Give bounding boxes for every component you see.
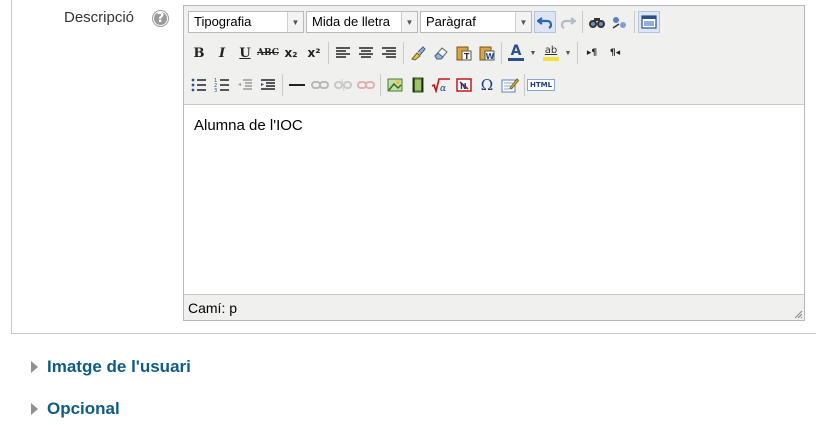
chevron-down-icon[interactable]: ▼ (401, 12, 417, 32)
section-optional[interactable]: Opcional (31, 399, 120, 419)
toolbar-separator (634, 11, 635, 33)
format-select[interactable]: Paràgraf ▼ (420, 11, 532, 33)
question-circle-icon[interactable]: ? (152, 10, 169, 27)
paste-word-icon[interactable]: W (476, 42, 498, 64)
align-right-icon[interactable] (378, 42, 400, 64)
equation-icon[interactable]: α (430, 74, 452, 96)
toolbar-separator (282, 74, 283, 96)
italic-button[interactable]: I (211, 42, 233, 64)
html-button-label: HTML (526, 79, 556, 91)
toolbar-separator (328, 42, 329, 64)
fullscreen-icon[interactable] (638, 11, 660, 33)
resize-grip-icon[interactable] (791, 307, 803, 319)
outdent-icon[interactable] (234, 74, 256, 96)
description-label: Descripció (64, 9, 135, 26)
special-char-icon[interactable]: Ω (476, 74, 498, 96)
font-size-value: Mida de lletra (312, 14, 391, 29)
toolbar-separator (501, 42, 502, 64)
insert-image-icon[interactable] (384, 74, 406, 96)
collapsed-triangle-icon (31, 361, 38, 373)
toolbar-separator (403, 42, 404, 64)
svg-text:W: W (486, 52, 495, 61)
toolbar-separator (577, 42, 578, 64)
html-button[interactable]: HTML (526, 74, 556, 96)
chevron-down-icon[interactable]: ▼ (287, 12, 303, 32)
edit-html-source-icon[interactable] (499, 74, 521, 96)
link-icon[interactable] (309, 74, 331, 96)
section-user-image[interactable]: Imatge de l'usuari (31, 357, 191, 377)
format-value: Paràgraf (426, 14, 476, 29)
editor-content-text[interactable]: Alumna de l'IOC (194, 117, 303, 134)
rtl-icon[interactable]: ¶◂ (604, 42, 626, 64)
font-family-value: Tipografia (194, 14, 252, 29)
svg-text:N: N (460, 82, 467, 91)
toolbar-separator (524, 74, 525, 96)
editor-status-path: Camí: p (188, 300, 238, 316)
section-label[interactable]: Opcional (47, 399, 120, 419)
section-label[interactable]: Imatge de l'usuari (47, 357, 191, 377)
bold-button[interactable]: B (188, 42, 210, 64)
eraser-icon[interactable] (430, 42, 452, 64)
chevron-down-icon[interactable]: ▼ (528, 42, 538, 64)
subscript-button[interactable]: x₂ (280, 42, 302, 64)
undo-icon[interactable] (534, 11, 556, 33)
collapsed-triangle-icon (31, 403, 38, 415)
svg-text:3: 3 (214, 88, 217, 92)
unlink-icon[interactable] (332, 74, 354, 96)
toolbar-separator (380, 74, 381, 96)
find-icon[interactable] (586, 11, 608, 33)
font-family-select[interactable]: Tipografia ▼ (188, 11, 304, 33)
rich-text-editor: Tipografia ▼ Mida de lletra ▼ Paràgraf ▼ (183, 5, 805, 321)
align-left-icon[interactable] (332, 42, 354, 64)
svg-text:α: α (440, 84, 446, 93)
toolbar-row-1: Tipografia ▼ Mida de lletra ▼ Paràgraf ▼ (188, 9, 661, 35)
toolbar-row-3: 123 α N Ω HTML (188, 72, 556, 98)
redo-icon[interactable] (557, 11, 579, 33)
ltr-icon[interactable]: ▸¶ (581, 42, 603, 64)
chevron-down-icon[interactable]: ▼ (563, 42, 573, 64)
anchor-link-icon[interactable] (355, 74, 377, 96)
superscript-button[interactable]: x² (303, 42, 325, 64)
background-color-icon[interactable]: ab (540, 42, 562, 64)
nolink-icon[interactable]: N (453, 74, 475, 96)
text-color-icon[interactable]: A (505, 42, 527, 64)
chevron-down-icon[interactable]: ▼ (515, 12, 531, 32)
toolbar-row-2: B I U ABC x₂ x² T W A ▼ ab ▼ ▸¶ ¶◂ (188, 40, 627, 66)
paste-text-icon[interactable]: T (453, 42, 475, 64)
indent-icon[interactable] (257, 74, 279, 96)
strikethrough-button[interactable]: ABC (257, 42, 279, 64)
align-center-icon[interactable] (355, 42, 377, 64)
replace-icon[interactable] (609, 11, 631, 33)
clean-format-icon[interactable] (407, 42, 429, 64)
svg-text:T: T (464, 52, 470, 61)
font-size-select[interactable]: Mida de lletra ▼ (306, 11, 418, 33)
toolbar-separator (582, 11, 583, 33)
horizontal-rule-icon[interactable] (286, 74, 308, 96)
underline-button[interactable]: U (234, 42, 256, 64)
numbered-list-icon[interactable]: 123 (211, 74, 233, 96)
editor-content-area[interactable]: Alumna de l'IOC (184, 104, 804, 295)
insert-media-icon[interactable] (407, 74, 429, 96)
bullet-list-icon[interactable] (188, 74, 210, 96)
